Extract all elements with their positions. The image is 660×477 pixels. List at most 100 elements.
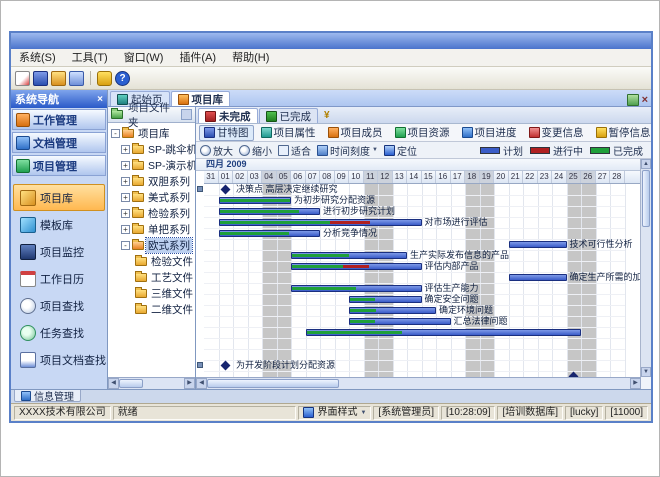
scroll-right-icon[interactable]: ▶ [184,378,195,389]
gantt-task-bar[interactable] [509,241,567,248]
scroll-left-icon[interactable]: ◀ [108,378,119,389]
row-marker-icon[interactable] [197,362,203,368]
gantt-task-label: 评估生产能力 [425,283,479,293]
sidebar-item-project-search[interactable]: 项目查找 [13,292,105,319]
tree-node[interactable]: -项目库 [108,125,195,141]
project-properties-button[interactable]: 项目属性 [256,125,321,141]
gantt-task-bar[interactable] [291,263,422,270]
style-icon [303,407,314,418]
time-scale-button[interactable]: 时间刻度▼ [317,143,378,158]
menu-plugins[interactable]: 插件(A) [171,50,224,66]
menu-help[interactable]: 帮助(H) [224,50,277,66]
tree-expander-icon[interactable]: - [121,241,130,250]
help-icon[interactable]: ? [115,71,130,86]
gantt-task-label: 决策点 高层决定继续研究 [236,184,338,194]
sidebar-items: 项目库模板库项目监控工作日历项目查找任务查找项目文档查找 [11,177,107,389]
close-tab-button[interactable]: × [642,94,648,106]
panel-options-icon[interactable] [181,109,192,120]
menu-tools[interactable]: 工具(T) [64,50,116,66]
project-progress-button[interactable]: 项目进度 [457,125,522,141]
tree-expander-icon[interactable]: + [121,209,130,218]
gantt-task-bar[interactable] [509,274,567,281]
locate-button[interactable]: 定位 [384,143,417,158]
gantt-task-bar[interactable] [291,285,422,292]
gantt-task-bar[interactable] [219,208,321,215]
sidebar-group-project-management[interactable]: 项目管理 [12,155,106,176]
tab-finished[interactable]: 已完成 [259,108,319,123]
tree-expander-icon[interactable]: + [121,161,130,170]
scrollbar-thumb[interactable] [119,379,143,388]
tree-node[interactable]: 工艺文件 [108,269,195,285]
zoom-in-button[interactable]: 放大 [200,143,233,158]
gantt-task-bar[interactable] [219,230,321,237]
gantt-milestone[interactable] [220,361,230,371]
tree-node[interactable]: 检验文件 [108,253,195,269]
tree-expander-icon[interactable]: + [121,177,130,186]
window-icon[interactable] [69,71,84,86]
sidebar-group-document-management[interactable]: 文档管理 [12,132,106,153]
sidebar-item-project-document-search[interactable]: 项目文档查找 [13,346,105,373]
gantt-milestone[interactable] [220,185,230,195]
gantt-chart-button[interactable]: 甘特图 [199,125,254,141]
gantt-task-bar[interactable] [349,296,422,303]
lock-icon[interactable] [97,71,112,86]
gantt-task-bar[interactable] [306,329,582,336]
gantt-day-row: 3101020304050607080910111213141516171819… [204,171,640,184]
sidebar-group-work-management[interactable]: 工作管理 [12,109,106,130]
tree-node[interactable]: 三维文件 [108,285,195,301]
scroll-down-icon[interactable]: ▼ [641,367,651,377]
sidebar-item-template-library[interactable]: 模板库 [13,211,105,238]
tree-node[interactable]: +美式系列 [108,189,195,205]
tree-node[interactable]: 二维文件 [108,301,195,317]
tree-expander-icon[interactable]: + [121,145,130,154]
project-members-button[interactable]: 项目成员 [323,125,388,141]
scroll-right-icon[interactable]: ▶ [630,378,641,389]
scrollbar-thumb[interactable] [642,170,650,227]
filter-extra-button[interactable]: ¥ [319,108,335,123]
tab-project-library[interactable]: 项目库 [171,91,231,106]
sidebar-close-icon[interactable]: × [97,94,103,105]
tree-expander-icon[interactable]: + [121,193,130,202]
pause-info-button[interactable]: 暂停信息 [591,125,652,141]
sidebar-item-project-monitor[interactable]: 项目监控 [13,238,105,265]
ui-style-dropdown[interactable]: 界面样式 ▼ [298,406,371,420]
titlebar[interactable] [11,33,651,49]
tree-node[interactable]: +SP-跳伞机系列 [108,141,195,157]
gantt-vscrollbar[interactable]: ▲ ▼ [640,159,651,377]
sidebar-item-project-library[interactable]: 项目库 [13,184,105,211]
gantt-task-bar[interactable] [219,219,422,226]
tab-unfinished[interactable]: 未完成 [198,108,258,123]
tree-expander-icon[interactable]: + [121,225,130,234]
gantt-task-bar[interactable] [349,307,436,314]
change-info-button[interactable]: 变更信息 [524,125,589,141]
scroll-up-icon[interactable]: ▲ [641,159,651,169]
tree-node[interactable]: +检验系列 [108,205,195,221]
tree-expander-icon[interactable]: - [111,129,120,138]
scrollbar-thumb[interactable] [207,379,339,388]
new-document-icon[interactable] [15,71,30,86]
tree-hscrollbar[interactable]: ◀ ▶ [108,377,195,389]
menu-window[interactable]: 窗口(W) [116,50,172,66]
folder-tree: -项目库+SP-跳伞机系列+SP-演示机系列+双胆系列+美式系列+检验系列+单把… [108,123,195,377]
zoom-fit-button[interactable]: 适合 [278,143,311,158]
tree-node[interactable]: -欧式系列 [108,237,195,253]
tab-information-management[interactable]: 信息管理 [14,390,81,402]
gantt-hscrollbar[interactable]: ◀ ▶ [196,377,641,389]
tree-node[interactable]: +双胆系列 [108,173,195,189]
folder-icon-toolbar[interactable] [51,71,66,86]
gantt-task-bar[interactable] [291,252,407,259]
menu-system[interactable]: 系统(S) [11,50,64,66]
tree-node[interactable]: +单把系列 [108,221,195,237]
zoom-out-button[interactable]: 缩小 [239,143,272,158]
scroll-left-icon[interactable]: ◀ [196,378,207,389]
gantt-task-bar[interactable] [219,197,292,204]
sidebar-item-work-calendar[interactable]: 工作日历 [13,265,105,292]
tool-label: 缩小 [252,143,272,158]
sidebar-item-task-search[interactable]: 任务查找 [13,319,105,346]
monitor-icon[interactable] [33,71,48,86]
tab-options-button[interactable] [627,94,639,106]
tree-node[interactable]: +SP-演示机系列 [108,157,195,173]
row-marker-icon[interactable] [197,186,203,192]
gantt-task-bar[interactable] [349,318,451,325]
project-resources-button[interactable]: 项目资源 [390,125,455,141]
